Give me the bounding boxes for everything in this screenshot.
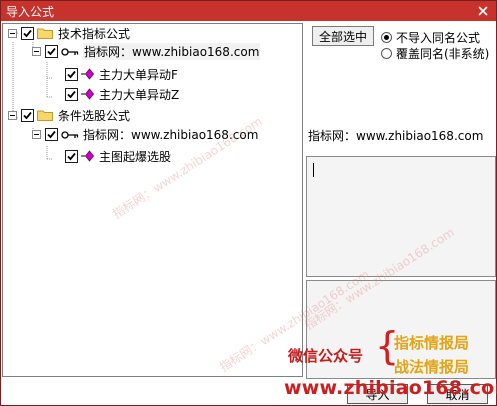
node-checkbox[interactable] [21, 26, 34, 40]
folder-icon [37, 27, 53, 39]
tree-category-node[interactable]: 技术指标公式 [8, 24, 130, 42]
source-label: 指标网：www.zhibiao168.com [308, 129, 484, 143]
node-label: 指标网：www.zhibiao168.com [83, 127, 259, 142]
node-label: 主图起爆选股 [99, 149, 172, 164]
node-checkbox[interactable] [45, 44, 58, 58]
collapse-toggle-icon[interactable] [32, 129, 41, 139]
collapse-toggle-icon[interactable] [8, 28, 17, 38]
wechat-account-2: 战法情报局 [394, 358, 470, 376]
key-icon [61, 46, 79, 56]
node-label: 技术指标公式 [58, 26, 131, 41]
node-label: 主力大单异动Z [99, 87, 180, 102]
key-icon [61, 129, 79, 139]
close-icon [477, 6, 488, 16]
node-checkbox[interactable] [21, 108, 34, 122]
radio-overwrite-duplicates[interactable]: 覆盖同名(非系统) [381, 45, 489, 62]
radio-overwrite-label: 覆盖同名(非系统) [396, 47, 490, 61]
radio-skip-label: 不导入同名公式 [396, 31, 481, 45]
node-label: 指标网：www.zhibiao168.com [83, 42, 261, 60]
wechat-label: 微信公众号 [288, 347, 364, 365]
tree-formula-node[interactable]: 主图起爆选股 [52, 147, 171, 165]
close-button[interactable] [469, 1, 496, 21]
tree-source-node[interactable]: 指标网：www.zhibiao168.com [32, 125, 258, 143]
tree-source-node[interactable]: 指标网：www.zhibiao168.com [32, 42, 261, 60]
text-caret [313, 163, 314, 177]
tree-category-node[interactable]: 条件选股公式 [8, 106, 130, 124]
import-formula-dialog: 导入公式 技术指标公式 指标网：www.zhibiao168.com 主力大单异动F [0, 0, 497, 406]
select-all-button[interactable]: 全部选中 [312, 26, 374, 46]
window-title: 导入公式 [6, 5, 55, 19]
node-checkbox[interactable] [65, 149, 78, 163]
tree-formula-node[interactable]: 主力大单异动F [52, 65, 178, 83]
title-bar: 导入公式 [1, 1, 496, 21]
collapse-toggle-icon[interactable] [8, 110, 17, 120]
tree-formula-node[interactable]: 主力大单异动Z [52, 85, 179, 103]
radio-skip-indicator[interactable] [381, 32, 392, 43]
node-label: 主力大单异动F [99, 67, 178, 82]
promo-url: www.zhibiao168.com [284, 377, 497, 399]
node-checkbox[interactable] [45, 127, 58, 141]
wechat-account-1: 指标情报局 [394, 334, 470, 352]
formula-icon [81, 68, 95, 80]
formula-icon [81, 150, 95, 162]
folder-icon [37, 109, 53, 121]
formula-icon [81, 88, 95, 100]
description-textbox[interactable] [306, 156, 496, 277]
radio-overwrite-indicator[interactable] [381, 48, 392, 59]
node-label: 条件选股公式 [58, 108, 131, 123]
node-checkbox[interactable] [65, 67, 78, 81]
collapse-toggle-icon[interactable] [32, 46, 41, 56]
node-checkbox[interactable] [65, 87, 78, 101]
radio-skip-duplicates[interactable]: 不导入同名公式 [381, 29, 480, 46]
